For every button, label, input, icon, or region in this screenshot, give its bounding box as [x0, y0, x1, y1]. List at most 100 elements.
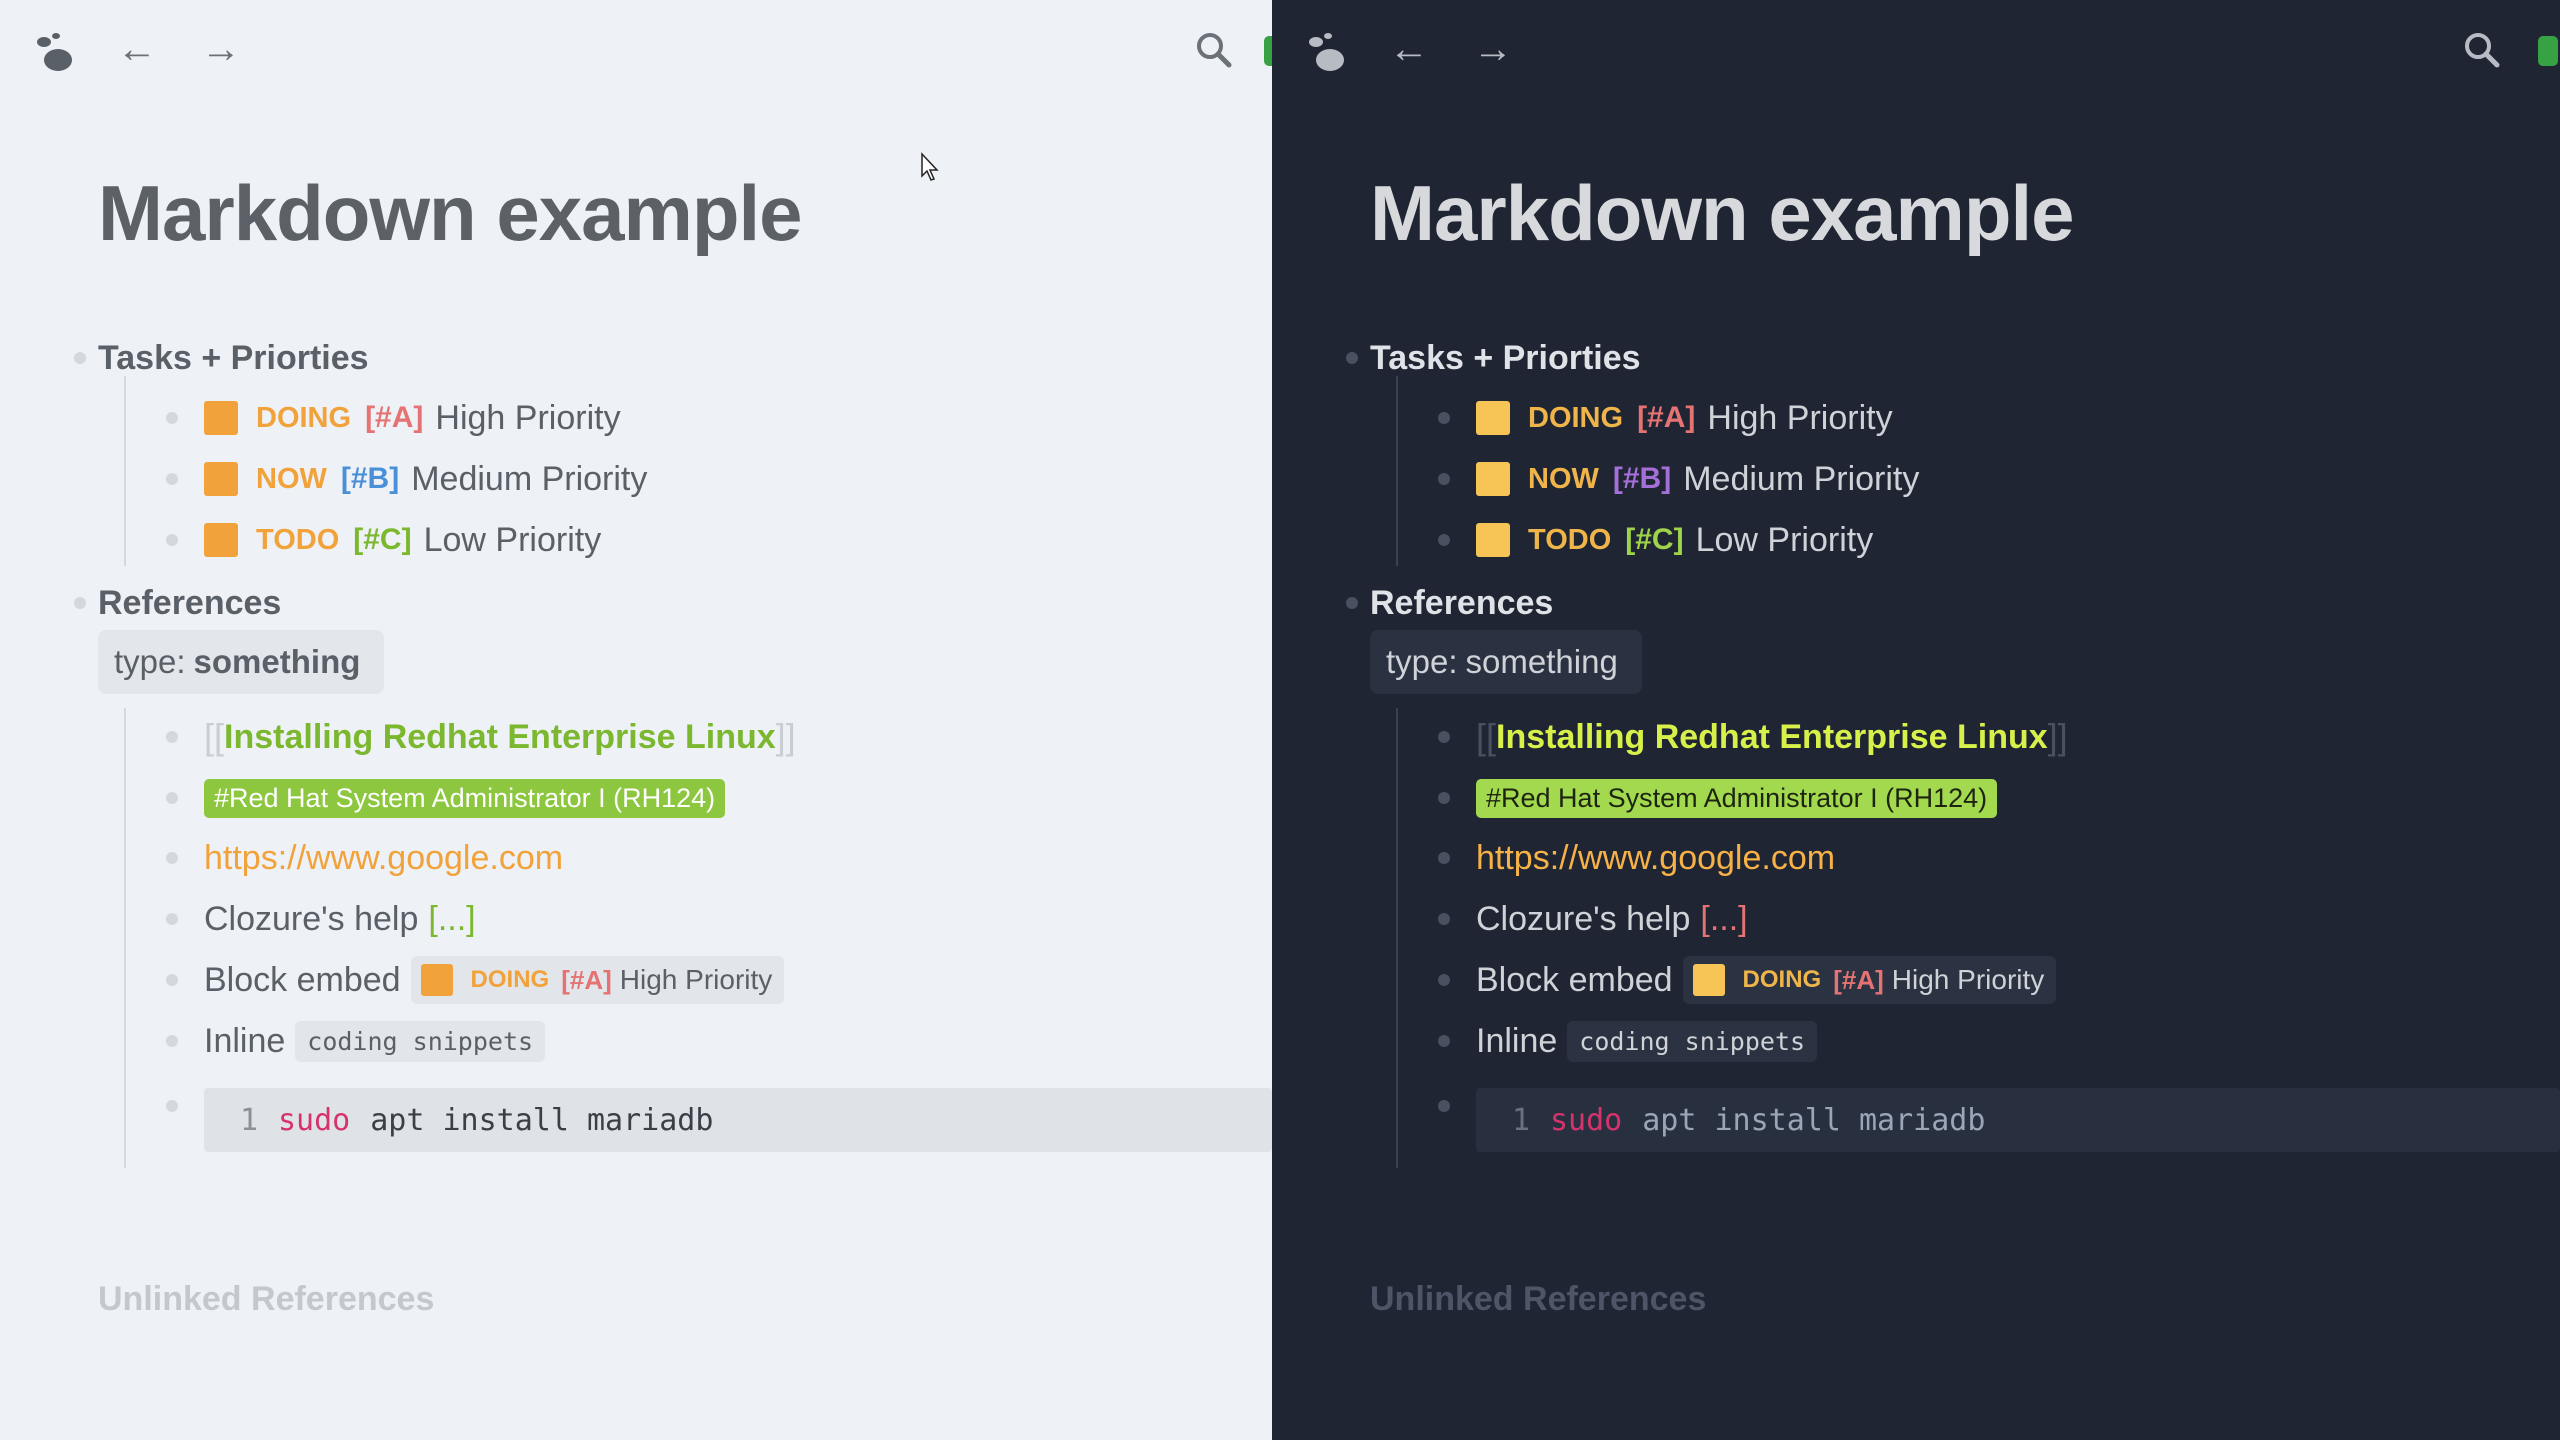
task-item[interactable]: DOING [#A] High Priority	[166, 390, 1272, 446]
block-bullet[interactable]	[1346, 352, 1358, 364]
task-marker[interactable]: DOING	[471, 966, 550, 994]
back-button[interactable]: ←	[112, 24, 162, 74]
tag-block[interactable]: #Red Hat System Administrator I (RH124)	[1438, 770, 2560, 826]
tag-link[interactable]: #Red Hat System Administrator I (RH124)	[204, 778, 726, 818]
forward-button[interactable]: →	[1468, 24, 1518, 74]
task-checkbox[interactable]	[420, 964, 453, 996]
back-button[interactable]: ←	[1384, 24, 1434, 74]
page-title[interactable]: Markdown example	[1370, 168, 2075, 259]
block-references-heading[interactable]: References	[74, 575, 1272, 631]
task-checkbox[interactable]	[1476, 523, 1510, 557]
task-checkbox[interactable]	[204, 401, 238, 435]
block-bullet[interactable]	[1438, 534, 1450, 546]
block-bullet[interactable]	[166, 974, 178, 986]
priority-tag[interactable]: [#A]	[1833, 965, 1884, 996]
task-item[interactable]: TODO [#C] Low Priority	[1438, 512, 2560, 568]
block-bullet[interactable]	[74, 352, 86, 364]
block-bullet[interactable]	[166, 473, 178, 485]
cloze-toggle[interactable]: [...]	[1700, 900, 1747, 939]
block-embed-block[interactable]: Block embed DOING [#A] High Priority	[1438, 952, 2560, 1008]
tag-block[interactable]: #Red Hat System Administrator I (RH124)	[166, 770, 1272, 826]
task-item[interactable]: TODO [#C] Low Priority	[166, 512, 1272, 568]
block-bullet[interactable]	[166, 534, 178, 546]
block-bullet[interactable]	[1438, 412, 1450, 424]
block-bullet[interactable]	[1438, 1100, 1450, 1112]
property-value[interactable]: something	[194, 643, 361, 681]
block-tasks-heading[interactable]: Tasks + Priorties	[74, 330, 1272, 386]
block-bullet[interactable]	[1438, 792, 1450, 804]
forward-button[interactable]: →	[196, 24, 246, 74]
external-link[interactable]: https://www.google.com	[204, 839, 563, 878]
block-bullet[interactable]	[1438, 731, 1450, 743]
code-block[interactable]: 1 sudo apt install mariadb	[1476, 1088, 2560, 1152]
block-bullet[interactable]	[166, 412, 178, 424]
block-bullet[interactable]	[1438, 913, 1450, 925]
task-checkbox[interactable]	[204, 462, 238, 496]
priority-tag[interactable]: [#B]	[1613, 462, 1671, 496]
block-tasks-heading[interactable]: Tasks + Priorties	[1346, 330, 2560, 386]
task-item[interactable]: DOING [#A] High Priority	[1438, 390, 2560, 446]
cloze-block[interactable]: Clozure's help [...]	[1438, 891, 2560, 947]
sync-indicator[interactable]	[1264, 36, 1272, 66]
page-reference-block[interactable]: [[ Installing Redhat Enterprise Linux ]]	[166, 709, 1272, 765]
block-bullet[interactable]	[1438, 974, 1450, 986]
task-marker[interactable]: DOING	[1743, 966, 1822, 994]
block-embed[interactable]: DOING [#A] High Priority	[1682, 956, 2057, 1004]
block-bullet[interactable]	[1438, 473, 1450, 485]
code-block[interactable]: 1 sudo apt install mariadb	[204, 1088, 1272, 1152]
task-item[interactable]: NOW [#B] Medium Priority	[166, 451, 1272, 507]
block-bullet[interactable]	[166, 1035, 178, 1047]
page-link[interactable]: Installing Redhat Enterprise Linux	[1496, 718, 2048, 757]
block-bullet[interactable]	[166, 1100, 178, 1112]
url-block[interactable]: https://www.google.com	[1438, 830, 2560, 886]
block-bullet[interactable]	[166, 792, 178, 804]
inline-code-block[interactable]: Inline coding snippets	[166, 1013, 1272, 1069]
task-marker[interactable]: DOING	[256, 402, 351, 435]
block-bullet[interactable]	[1346, 597, 1358, 609]
unlinked-references-toggle[interactable]: Unlinked References	[1370, 1280, 1706, 1319]
priority-tag[interactable]: [#B]	[341, 462, 399, 496]
task-checkbox[interactable]	[204, 523, 238, 557]
block-bullet[interactable]	[1438, 852, 1450, 864]
task-checkbox[interactable]	[1476, 462, 1510, 496]
cloze-block[interactable]: Clozure's help [...]	[166, 891, 1272, 947]
tag-link[interactable]: #Red Hat System Administrator I (RH124)	[1476, 778, 1998, 818]
priority-tag[interactable]: [#C]	[1625, 523, 1683, 557]
external-link[interactable]: https://www.google.com	[1476, 839, 1835, 878]
task-marker[interactable]: NOW	[256, 463, 327, 496]
block-bullet[interactable]	[74, 597, 86, 609]
page-reference-block[interactable]: [[ Installing Redhat Enterprise Linux ]]	[1438, 709, 2560, 765]
sync-indicator[interactable]	[2538, 36, 2558, 66]
task-marker[interactable]: TODO	[256, 524, 339, 557]
block-bullet[interactable]	[166, 731, 178, 743]
unlinked-references-toggle[interactable]: Unlinked References	[98, 1280, 434, 1319]
page-link[interactable]: Installing Redhat Enterprise Linux	[224, 718, 776, 757]
block-property[interactable]: type: something	[1370, 630, 1642, 694]
inline-code-block[interactable]: Inline coding snippets	[1438, 1013, 2560, 1069]
block-bullet[interactable]	[166, 852, 178, 864]
url-block[interactable]: https://www.google.com	[166, 830, 1272, 886]
block-embed[interactable]: DOING [#A] High Priority	[410, 956, 785, 1004]
logseq-logo-icon[interactable]	[34, 30, 78, 74]
search-icon[interactable]	[2462, 30, 2502, 70]
block-bullet[interactable]	[1438, 1035, 1450, 1047]
task-marker[interactable]: DOING	[1528, 402, 1623, 435]
task-marker[interactable]: TODO	[1528, 524, 1611, 557]
page-title[interactable]: Markdown example	[98, 168, 803, 259]
property-value[interactable]: something	[1466, 643, 1618, 681]
block-bullet[interactable]	[166, 913, 178, 925]
block-property[interactable]: type: something	[98, 630, 385, 694]
search-icon[interactable]	[1194, 30, 1234, 70]
priority-tag[interactable]: [#A]	[1637, 401, 1695, 435]
priority-tag[interactable]: [#A]	[561, 965, 612, 996]
task-checkbox[interactable]	[1692, 964, 1725, 996]
task-checkbox[interactable]	[1476, 401, 1510, 435]
task-item[interactable]: NOW [#B] Medium Priority	[1438, 451, 2560, 507]
cloze-toggle[interactable]: [...]	[428, 900, 475, 939]
priority-tag[interactable]: [#C]	[353, 523, 411, 557]
task-marker[interactable]: NOW	[1528, 463, 1599, 496]
priority-tag[interactable]: [#A]	[365, 401, 423, 435]
block-embed-block[interactable]: Block embed DOING [#A] High Priority	[166, 952, 1272, 1008]
logseq-logo-icon[interactable]	[1306, 30, 1350, 74]
block-references-heading[interactable]: References	[1346, 575, 2560, 631]
